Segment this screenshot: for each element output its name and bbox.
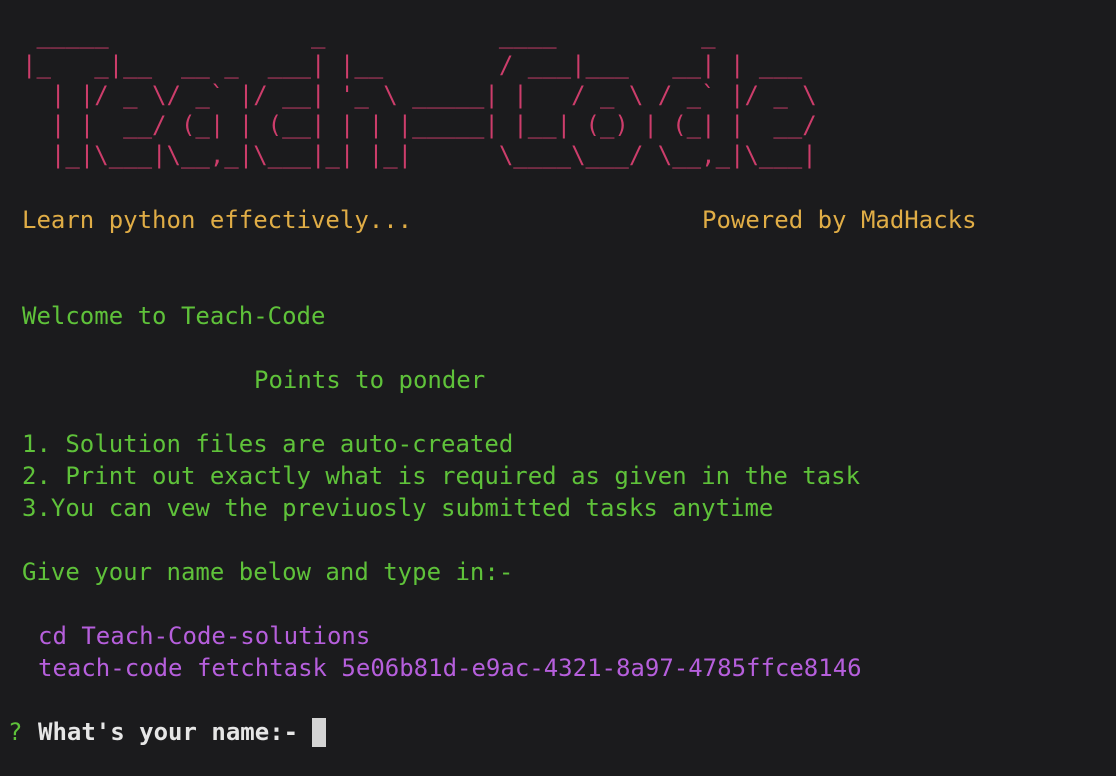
name-prompt-label: What's your name:- bbox=[38, 718, 299, 746]
tagline-left: Learn python effectively... bbox=[22, 206, 413, 234]
prompt-question-icon: ? bbox=[8, 718, 23, 746]
welcome-message: Welcome to Teach-Code bbox=[22, 302, 326, 330]
tagline-powered-by: Powered by MadHacks bbox=[702, 206, 977, 234]
instruction-text: Give your name below and type in:- bbox=[22, 558, 514, 586]
command-fetchtask: teach-code fetchtask 5e06b81d-e9ac-4321-… bbox=[38, 654, 862, 682]
name-input-cursor[interactable] bbox=[312, 718, 326, 747]
point-item: 2. Print out exactly what is required as… bbox=[22, 462, 861, 490]
teach-code-ascii-banner: _____ _ ____ _ |_ _|__ __ _ ___| |__ / _… bbox=[22, 21, 817, 169]
point-item: 1. Solution files are auto-created bbox=[22, 430, 514, 458]
points-heading: Points to ponder bbox=[254, 366, 486, 394]
command-cd: cd Teach-Code-solutions bbox=[38, 622, 371, 650]
point-item: 3.You can vew the previuosly submitted t… bbox=[22, 494, 774, 522]
